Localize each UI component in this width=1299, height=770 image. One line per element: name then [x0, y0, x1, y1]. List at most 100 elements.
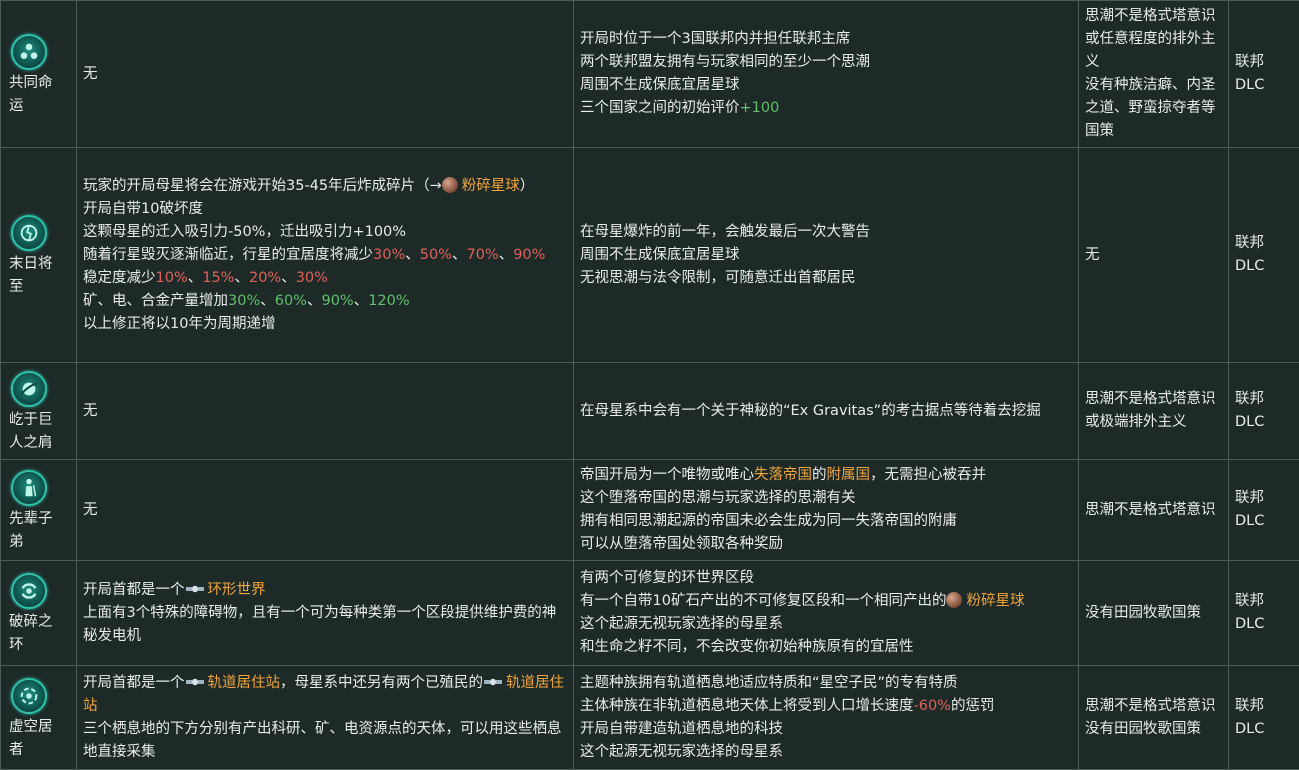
origin-name: 人之肩 [9, 432, 72, 455]
text-segment: 开局自带10破坏度 [83, 201, 203, 217]
text-segment: ，母星系中还另有两个已殖民的 [280, 675, 483, 691]
detail-line: 有两个可修复的环世界区段 [580, 567, 1072, 590]
text-segment: 稳定度减少 [83, 270, 156, 286]
origin-name-cell: 共同命运 [1, 1, 77, 148]
highlight-text: 120% [368, 293, 409, 309]
text-segment: 、 [405, 247, 420, 263]
detail-line: 无视思潮与法令限制，可随意迁出首都居民 [580, 267, 1072, 290]
text-segment: 在母星系中会有一个关于神秘的“Ex Gravitas”的考古据点等待着去挖掘 [580, 403, 1041, 419]
origin-name: 虚空居 [9, 716, 72, 739]
origin-name: 末日将 [9, 253, 72, 276]
detail-line: 在母星系中会有一个关于神秘的“Ex Gravitas”的考古据点等待着去挖掘 [580, 400, 1072, 423]
origin-name-cell: 末日将至 [1, 148, 77, 363]
highlight-text: 30% [296, 270, 328, 286]
highlight-text: 70% [466, 247, 498, 263]
highlight-text: 粉碎星球 [462, 178, 520, 194]
detail-line: 周围不生成保底宜居星球 [580, 74, 1072, 97]
effect-line: 这颗母星的迁入吸引力-50%，迁出吸引力+100% [83, 221, 567, 244]
text-segment: ，无需担心被吞并 [870, 467, 986, 483]
detail-line: 拥有相同思潮起源的帝国未必会生成为同一失落帝国的附庸 [580, 510, 1072, 533]
station-icon [483, 675, 503, 689]
origin-details-cell: 主题种族拥有轨道栖息地适应特质和“星空子民”的专有特质主体种族在非轨道栖息地天体… [574, 666, 1079, 770]
text-segment: 这个堕落帝国的思潮与玩家选择的思潮有关 [580, 490, 856, 506]
text-segment: 周围不生成保底宜居星球 [580, 77, 740, 93]
text-segment: 、 [452, 247, 467, 263]
text-segment: 无 [83, 66, 98, 82]
text-segment: 以上修正将以10年为周期递增 [83, 316, 275, 332]
origin-name: 弟 [9, 531, 72, 554]
detail-line: 主题种族拥有轨道栖息地适应特质和“星空子民”的专有特质 [580, 672, 1072, 695]
origin-details-cell: 开局时位于一个3国联邦内并担任联邦主席两个联邦盟友拥有与玩家相同的至少一个思潮周… [574, 1, 1079, 148]
giant-shoulder-icon [11, 371, 47, 407]
highlight-text: 轨道居住站 [208, 675, 281, 691]
highlight-text: 失落帝国 [754, 467, 812, 483]
requirement-line: 没有种族洁癖、内圣之道、野蛮掠夺者等国策 [1085, 74, 1222, 143]
requirement-line: 无 [1085, 244, 1222, 267]
effect-line: 玩家的开局母星将会在游戏开始35-45年后炸成碎片（→ 粉碎星球） [83, 175, 567, 198]
origin-details-cell: 在母星爆炸的前一年，会触发最后一次大警告周围不生成保底宜居星球无视思潮与法令限制… [574, 148, 1079, 363]
origin-row: 先辈子弟无 帝国开局为一个唯物或唯心失落帝国的附属国，无需担心被吞并这个堕落帝国的… [1, 460, 1299, 561]
text-segment: 开局时位于一个3国联邦内并担任联邦主席 [580, 31, 850, 47]
text-segment: 的惩罚 [951, 698, 995, 714]
text-segment: 开局首都是一个 [83, 675, 185, 691]
origin-name-cell: 破碎之环 [1, 561, 77, 666]
origin-effects-cell: 玩家的开局母星将会在游戏开始35-45年后炸成碎片（→ 粉碎星球） 开局自带10破坏… [77, 148, 574, 363]
text-segment: 、 [281, 270, 296, 286]
origin-requirements-cell: 思潮不是格式塔意识或极端排外主义 [1079, 363, 1229, 460]
text-segment: 无 [83, 502, 98, 518]
void-dweller-icon [11, 678, 47, 714]
text-segment: 这颗母星的迁入吸引力-50%，迁出吸引力+100% [83, 224, 406, 240]
origin-name: 环 [9, 634, 72, 657]
origin-name: 屹于巨 [9, 409, 72, 432]
effect-line: 上面有3个特殊的障碍物，且有一个可为每种类第一个区段提供维护费的神秘发电机 [83, 602, 567, 648]
highlight-text: 20% [249, 270, 281, 286]
text-segment: 和生命之籽不同，不会改变你初始种族原有的宜居性 [580, 639, 914, 655]
text-segment: 的 [812, 467, 827, 483]
highlight-text: 附属国 [827, 467, 871, 483]
dlc-label: 联邦DLC [1235, 490, 1264, 529]
text-segment: 这个起源无视玩家选择的母星系 [580, 744, 783, 760]
text-segment: 、 [260, 293, 275, 309]
highlight-text: 50% [420, 247, 452, 263]
text-segment: 主体种族在非轨道栖息地天体上将受到人口增长速度 [580, 698, 914, 714]
highlight-text: 60% [275, 293, 307, 309]
origin-row: 破碎之环开局首都是一个环形世界上面有3个特殊的障碍物，且有一个可为每种类第一个区… [1, 561, 1299, 666]
effect-line: 随着行星毁灭逐渐临近，行星的宜居度将减少30%、50%、70%、90% [83, 244, 567, 267]
three-dots-icon [11, 34, 47, 70]
effect-line: 矿、电、合金产量增加30%、60%、90%、120% [83, 290, 567, 313]
origin-requirements-cell: 思潮不是格式塔意识没有田园牧歌国策 [1079, 666, 1229, 770]
dlc-label: 联邦DLC [1235, 698, 1264, 737]
origin-details-cell: 有两个可修复的环世界区段有一个自带10矿石产出的不可修复区段和一个相同产出的粉碎… [574, 561, 1079, 666]
text-segment: 帝国开局为一个唯物或唯心 [580, 467, 754, 483]
origin-effects-cell: 无 [77, 363, 574, 460]
effect-line: 无 [83, 400, 567, 423]
origin-effects-cell: 开局首都是一个轨道居住站，母星系中还另有两个已殖民的轨道居住站三个栖息地的下方分… [77, 666, 574, 770]
text-segment: 有两个可修复的环世界区段 [580, 570, 754, 586]
origin-dlc-cell: 联邦DLC [1229, 460, 1299, 561]
effect-line: 无 [83, 63, 567, 86]
text-segment: 上面有3个特殊的障碍物，且有一个可为每种类第一个区段提供维护费的神秘发电机 [83, 605, 556, 644]
highlight-text: -60% [914, 698, 951, 714]
detail-line: 在母星爆炸的前一年，会触发最后一次大警告 [580, 221, 1072, 244]
shattered-planet-icon [442, 177, 458, 193]
highlight-text: 10% [156, 270, 188, 286]
text-segment: 玩家的开局母星将会在游戏开始35-45年后炸成碎片（→ [83, 178, 442, 194]
effect-line: 无 [83, 499, 567, 522]
origin-name: 先辈子 [9, 508, 72, 531]
dlc-label: 联邦DLC [1235, 391, 1264, 430]
text-segment: 两个联邦盟友拥有与玩家相同的至少一个思潮 [580, 54, 870, 70]
origin-name-cell: 虚空居者 [1, 666, 77, 770]
text-segment: ） [520, 178, 535, 194]
requirement-line: 思潮不是格式塔意识或极端排外主义 [1085, 388, 1222, 434]
detail-line: 开局自带建造轨道栖息地的科技 [580, 718, 1072, 741]
highlight-text: +100 [740, 100, 780, 116]
text-segment: 这个起源无视玩家选择的母星系 [580, 616, 783, 632]
highlight-text: 15% [202, 270, 234, 286]
text-segment: 开局自带建造轨道栖息地的科技 [580, 721, 783, 737]
text-segment: 三个栖息地的下方分别有产出科研、矿、电资源点的天体，可以用这些栖息地直接采集 [83, 721, 562, 760]
origin-dlc-cell: 联邦DLC [1229, 561, 1299, 666]
effect-line: 开局自带10破坏度 [83, 198, 567, 221]
detail-line: 主体种族在非轨道栖息地天体上将受到人口增长速度-60%的惩罚 [580, 695, 1072, 718]
origin-requirements-cell: 思潮不是格式塔意识或任意程度的排外主义没有种族洁癖、内圣之道、野蛮掠夺者等国策 [1079, 1, 1229, 148]
detail-line: 周围不生成保底宜居星球 [580, 244, 1072, 267]
